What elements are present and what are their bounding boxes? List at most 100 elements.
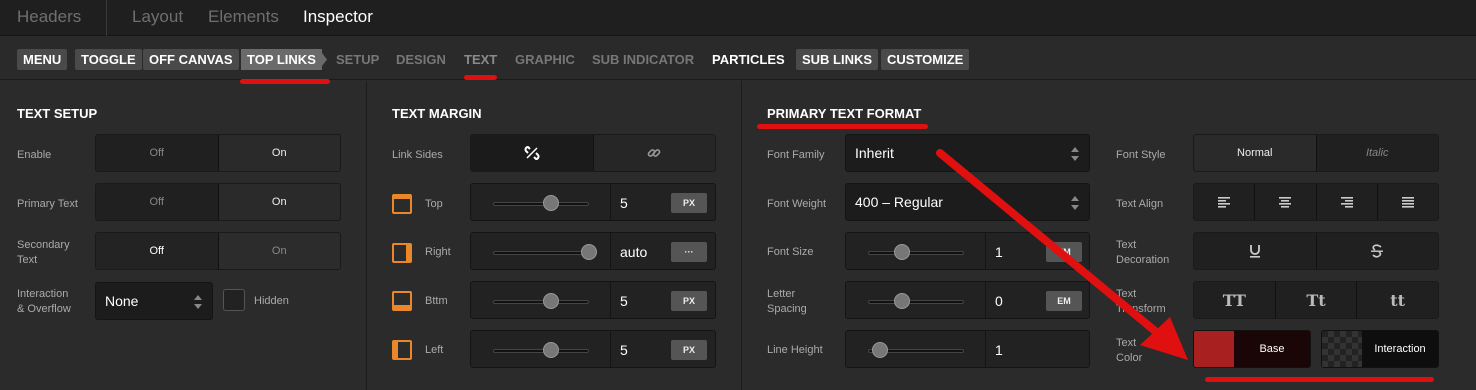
font-size-value[interactable]: 1: [995, 244, 1003, 260]
text-color-interaction-swatch[interactable]: Interaction: [1321, 330, 1439, 368]
tab-headers[interactable]: Headers: [17, 7, 81, 27]
hidden-label: Hidden: [254, 295, 289, 307]
font-size-unit[interactable]: EM: [1046, 242, 1082, 262]
margin-left-label: Left: [425, 344, 444, 356]
margin-right-icon: [392, 243, 412, 263]
link-sides-label: Link Sides: [392, 149, 443, 161]
letter-spacing-value[interactable]: 0: [995, 293, 1003, 309]
enable-on-option[interactable]: On: [217, 135, 340, 171]
margin-top-value[interactable]: 5: [620, 195, 628, 211]
slider-track: [868, 300, 964, 304]
secondary-text-label: Secondary: [17, 239, 70, 251]
font-family-value: Inherit: [855, 145, 894, 161]
interaction-overflow-label-line2: & Overflow: [17, 303, 71, 315]
tab-layout[interactable]: Layout: [132, 7, 183, 27]
secondary-off-option[interactable]: Off: [96, 233, 219, 269]
line-height-control: 1: [845, 330, 1090, 368]
font-style-normal-option[interactable]: Normal: [1194, 135, 1316, 171]
margin-right-control: auto ···: [470, 232, 716, 270]
subtab-design[interactable]: DESIGN: [390, 49, 452, 70]
slider-track: [493, 300, 589, 304]
margin-bottom-icon: [392, 291, 412, 311]
subtab-customize[interactable]: CUSTOMIZE: [881, 49, 970, 70]
primary-on-option[interactable]: On: [217, 184, 340, 220]
tab-divider: [106, 0, 107, 36]
margin-bottom-value[interactable]: 5: [620, 293, 628, 309]
base-color-label: Base: [1234, 331, 1310, 367]
panel-divider: [741, 81, 742, 390]
margin-left-slider-knob[interactable]: [542, 342, 559, 358]
select-arrows-icon: [194, 295, 202, 309]
subtab-sub-indicator[interactable]: SUB INDICATOR: [586, 49, 700, 70]
slider-track: [868, 251, 964, 255]
subtab-text[interactable]: TEXT: [458, 49, 503, 70]
slider-track: [493, 349, 589, 353]
margin-left-value[interactable]: 5: [620, 342, 628, 358]
subtab-menu[interactable]: MENU: [17, 49, 68, 70]
primary-text-label: Primary Text: [17, 198, 78, 210]
font-style-italic-option[interactable]: Italic: [1315, 135, 1439, 171]
slider-track: [493, 202, 589, 206]
panel-divider: [366, 81, 367, 390]
subtab-off-canvas[interactable]: OFF CANVAS: [143, 49, 239, 70]
interaction-color-label: Interaction: [1362, 331, 1438, 367]
subtab-sub-links[interactable]: SUB LINKS: [796, 49, 879, 70]
transform-uppercase-option[interactable]: TT: [1194, 282, 1275, 318]
section-title: TEXT SETUP: [17, 106, 98, 121]
subtab-setup[interactable]: SETUP: [330, 49, 385, 70]
transform-capitalize-option[interactable]: Tt: [1274, 282, 1357, 318]
text-transform-label-line2: Transform: [1116, 303, 1166, 315]
interaction-color-chip: [1322, 331, 1362, 367]
annotation-arrow-head: [1140, 317, 1188, 360]
font-family-select[interactable]: Inherit: [845, 134, 1090, 172]
unlink-sides-option[interactable]: [471, 135, 593, 171]
subtab-particles[interactable]: PARTICLES: [706, 49, 791, 70]
link-sides-option[interactable]: [592, 135, 715, 171]
font-size-slider-knob[interactable]: [893, 244, 910, 260]
transform-lowercase-option[interactable]: tt: [1356, 282, 1438, 318]
margin-bottom-slider-knob[interactable]: [542, 293, 559, 309]
text-color-base-swatch[interactable]: Base: [1193, 330, 1311, 368]
font-weight-label: Font Weight: [767, 198, 827, 210]
margin-left-unit[interactable]: PX: [671, 340, 707, 360]
letter-spacing-label-line2: Spacing: [767, 303, 807, 315]
active-tab-pointer-icon: [319, 49, 327, 70]
margin-top-slider-knob[interactable]: [542, 195, 559, 211]
annotation-underline-text: [464, 75, 497, 80]
line-height-slider-knob[interactable]: [871, 342, 888, 358]
margin-bottom-unit[interactable]: PX: [671, 291, 707, 311]
line-height-value[interactable]: 1: [995, 342, 1003, 358]
primary-off-option[interactable]: Off: [96, 184, 218, 220]
interaction-overflow-select[interactable]: None: [95, 282, 213, 320]
font-weight-select[interactable]: 400 – Regular: [845, 183, 1090, 221]
tab-inspector[interactable]: Inspector: [303, 7, 373, 27]
letter-spacing-unit[interactable]: EM: [1046, 291, 1082, 311]
font-style-toggle: Normal Italic: [1193, 134, 1439, 172]
align-left-option[interactable]: [1194, 184, 1254, 220]
subtab-toggle[interactable]: TOGGLE: [75, 49, 142, 70]
align-right-icon: [1340, 196, 1353, 208]
align-center-icon: [1279, 196, 1292, 208]
tab-elements[interactable]: Elements: [208, 7, 279, 27]
inspector-sub-tab-bar: MENU TOGGLE OFF CANVAS TOP LINKS SETUP D…: [0, 36, 1476, 80]
select-arrows-icon: [1071, 196, 1079, 210]
subtab-graphic[interactable]: GRAPHIC: [509, 49, 581, 70]
align-right-option[interactable]: [1315, 184, 1377, 220]
margin-top-unit[interactable]: PX: [671, 193, 707, 213]
decoration-strikethrough-option[interactable]: [1315, 233, 1439, 269]
enable-off-option[interactable]: Off: [96, 135, 218, 171]
align-justify-option[interactable]: [1376, 184, 1438, 220]
annotation-underline-primary-text-format: [757, 124, 928, 129]
decoration-underline-option[interactable]: [1194, 233, 1316, 269]
hidden-checkbox[interactable]: [223, 289, 245, 311]
text-decoration-toggle: [1193, 232, 1439, 270]
margin-right-slider-knob[interactable]: [581, 244, 597, 260]
margin-right-unit[interactable]: ···: [671, 242, 707, 262]
align-center-option[interactable]: [1254, 184, 1315, 220]
text-transform-label: Text: [1116, 288, 1137, 300]
secondary-on-option[interactable]: On: [217, 233, 340, 269]
letter-spacing-slider-knob[interactable]: [893, 293, 910, 309]
margin-right-value[interactable]: auto: [620, 244, 647, 260]
secondary-text-label-line2: Text: [17, 254, 38, 266]
subtab-top-links[interactable]: TOP LINKS: [241, 49, 322, 70]
